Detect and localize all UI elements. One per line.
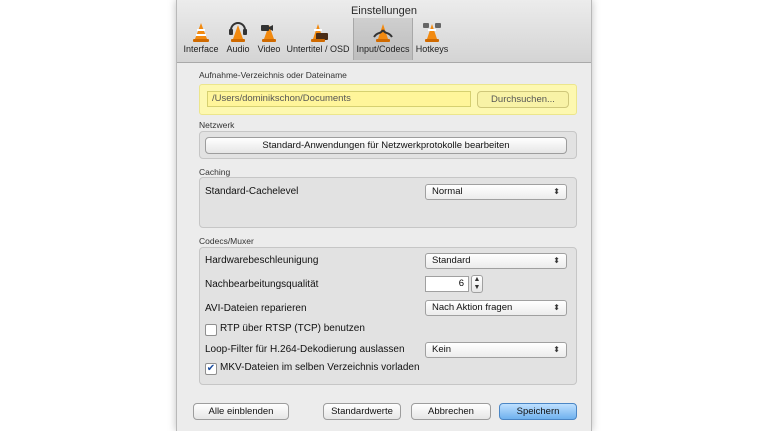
tab-label: Audio — [226, 44, 250, 54]
mkv-preload-label: MKV-Dateien im selben Verzeichnis vorlad… — [220, 362, 420, 373]
subtitle-cone-icon — [311, 24, 328, 42]
tab-subtitles-osd[interactable]: Untertitel / OSD — [285, 18, 351, 60]
interface-cone-icon — [193, 23, 209, 42]
avi-repair-value: Nach Aktion fragen — [432, 302, 513, 313]
edit-network-protocols-button[interactable]: Standard-Anwendungen für Netzwerkprotoko… — [205, 137, 567, 154]
avi-repair-label: AVI-Dateien reparieren — [205, 303, 307, 314]
record-path-value: /Users/dominikschon/Documents — [212, 93, 351, 104]
tab-interface[interactable]: Interface — [181, 18, 221, 60]
cache-level-value: Normal — [432, 186, 463, 197]
cancel-button[interactable]: Abbrechen — [411, 403, 491, 420]
rtsp-tcp-checkbox[interactable] — [205, 324, 217, 336]
updown-arrows-icon: ⬍ — [553, 187, 560, 196]
updown-arrows-icon: ⬍ — [553, 256, 560, 265]
tab-hotkeys[interactable]: Hotkeys — [413, 18, 451, 60]
tab-label: Hotkeys — [415, 44, 449, 54]
codecs-section-label: Codecs/Muxer — [199, 236, 254, 246]
postprocessing-field[interactable]: 6 — [425, 276, 469, 292]
record-path-input[interactable]: /Users/dominikschon/Documents — [207, 91, 471, 107]
hw-accel-value: Standard — [432, 255, 471, 266]
tab-input-codecs[interactable]: Input/Codecs — [353, 18, 413, 60]
audio-cone-icon — [229, 22, 247, 42]
postprocessing-label: Nachbearbeitungsqualität — [205, 279, 319, 290]
hw-accel-label: Hardwarebeschleunigung — [205, 255, 319, 266]
input-codecs-cone-icon — [373, 24, 393, 42]
window-title: Einstellungen — [350, 5, 418, 17]
hotkeys-cone-icon — [423, 23, 441, 42]
record-section-label: Aufnahme-Verzeichnis oder Dateiname — [199, 70, 347, 80]
toolbar: Einstellungen Interface Audio Video Unte… — [177, 0, 591, 63]
loop-filter-value: Kein — [432, 344, 452, 355]
updown-arrows-icon: ⬍ — [553, 303, 560, 312]
stepper-arrows-icon: ▲ ▼ — [473, 276, 481, 291]
browse-button[interactable]: Durchsuchen... — [477, 91, 569, 108]
postprocessing-stepper[interactable]: ▲ ▼ — [471, 275, 483, 293]
postprocessing-value: 6 — [458, 278, 464, 289]
tab-label: Untertitel / OSD — [286, 44, 350, 54]
avi-repair-select[interactable]: Nach Aktion fragen ⬍ — [425, 300, 567, 316]
preferences-window: Einstellungen Interface Audio Video Unte… — [176, 0, 592, 431]
updown-arrows-icon: ⬍ — [553, 345, 560, 354]
loop-filter-select[interactable]: Kein ⬍ — [425, 342, 567, 358]
rtsp-tcp-label: RTP über RTSP (TCP) benutzen — [220, 323, 365, 334]
caching-section-label: Caching — [199, 167, 231, 177]
save-button[interactable]: Speichern — [499, 403, 577, 420]
tab-video[interactable]: Video — [255, 18, 283, 60]
cache-level-label: Standard-Cachelevel — [205, 186, 299, 197]
cache-level-select[interactable]: Normal ⬍ — [425, 184, 567, 200]
tab-label: Interface — [183, 44, 219, 54]
checkmark-icon: ✔ — [206, 363, 216, 374]
mkv-preload-checkbox[interactable]: ✔ — [205, 363, 217, 375]
hw-accel-select[interactable]: Standard ⬍ — [425, 253, 567, 269]
tab-label: Input/Codecs — [356, 44, 410, 54]
tab-audio[interactable]: Audio — [223, 18, 253, 60]
tab-label: Video — [257, 44, 281, 54]
network-section-label: Netzwerk — [199, 120, 235, 130]
show-all-button[interactable]: Alle einblenden — [193, 403, 289, 420]
defaults-button[interactable]: Standardwerte — [323, 403, 401, 420]
video-cone-icon — [261, 25, 276, 42]
loop-filter-label: Loop-Filter für H.264-Dekodierung auslas… — [205, 344, 405, 355]
